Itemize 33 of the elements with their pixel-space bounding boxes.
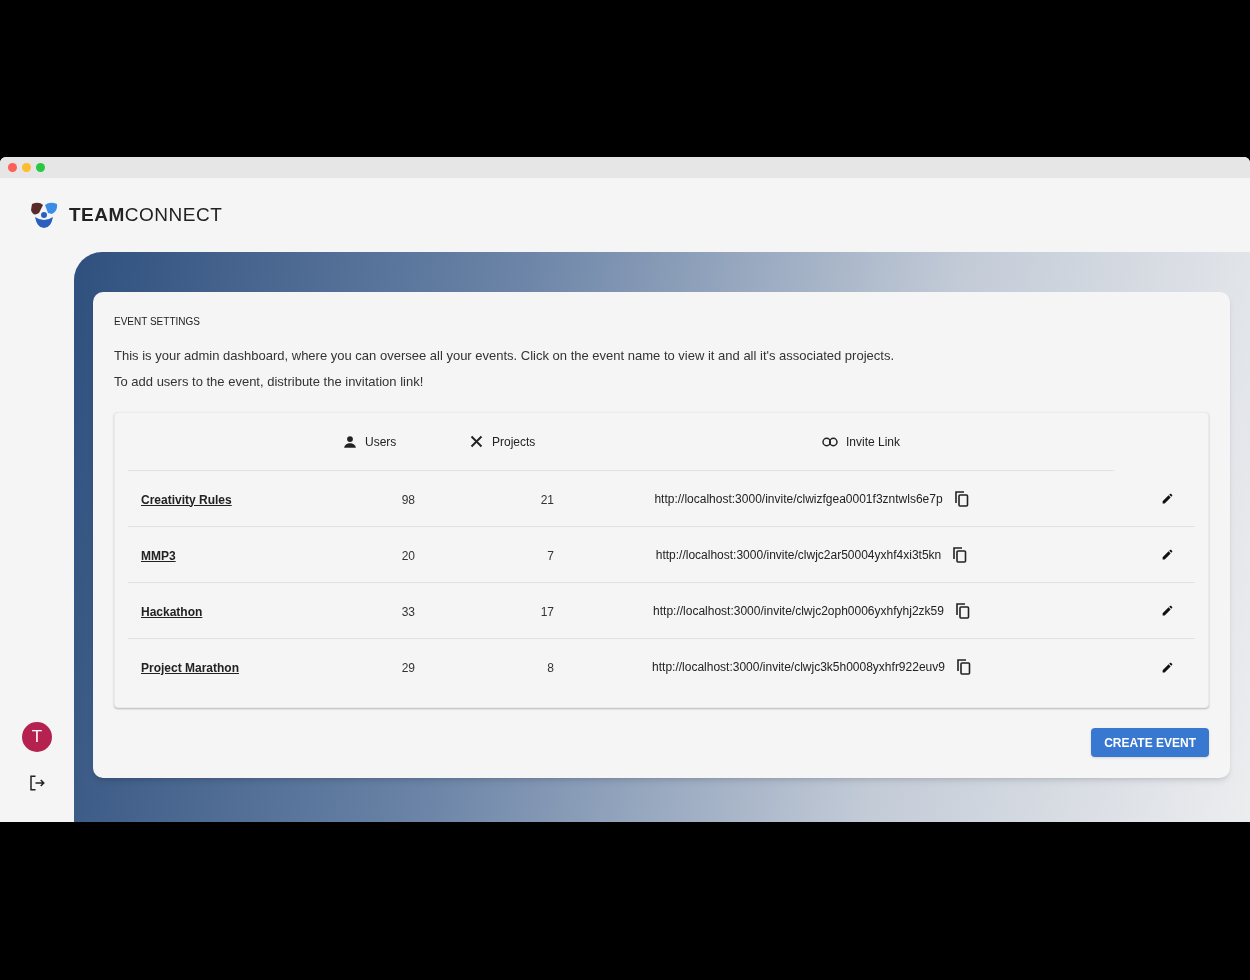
card-title: EVENT SETTINGS (114, 315, 201, 329)
edit-icon[interactable] (1160, 604, 1174, 617)
copy-icon[interactable] (955, 602, 970, 619)
copy-icon[interactable] (954, 490, 969, 507)
logo-icon (29, 201, 59, 229)
column-label: Projects (492, 433, 536, 451)
projects-count: 21 (540, 492, 554, 507)
description-text: This is your admin dashboard, where you can oversee all your events. Click on the event name to view it and all it's associated projects. (114, 347, 895, 365)
event-name-link[interactable]: Creativity Rules (141, 492, 232, 507)
projects-count: 8 (547, 661, 554, 675)
users-count: 33 (401, 604, 415, 619)
create-event-button[interactable]: CREATE EVENT (1091, 728, 1209, 757)
edit-icon[interactable] (1160, 492, 1174, 505)
event-name-link[interactable]: Hackathon (141, 604, 203, 619)
edit-icon[interactable] (1160, 660, 1174, 674)
projects-count: 7 (547, 548, 554, 563)
users-count: 29 (401, 661, 415, 675)
edit-icon[interactable] (1160, 548, 1174, 561)
event-name-link[interactable]: MMP3 (141, 548, 176, 563)
event-name-link[interactable]: Project Marathon (141, 661, 239, 675)
logout-icon[interactable] (28, 774, 46, 792)
link-icon (822, 436, 838, 447)
copy-icon[interactable] (956, 659, 971, 675)
app-logo-text: TEAMCONNECT (69, 202, 223, 227)
users-count: 20 (401, 548, 415, 563)
copy-icon[interactable] (953, 546, 968, 563)
user-avatar[interactable]: T (22, 722, 52, 752)
users-count: 98 (401, 492, 415, 507)
column-label: Users (365, 433, 397, 451)
person-icon (343, 434, 357, 449)
description-text: To add users to the event, distribute the invitation link! (114, 373, 425, 391)
column-label: Invite Link (846, 433, 900, 451)
projects-count: 17 (540, 604, 554, 619)
